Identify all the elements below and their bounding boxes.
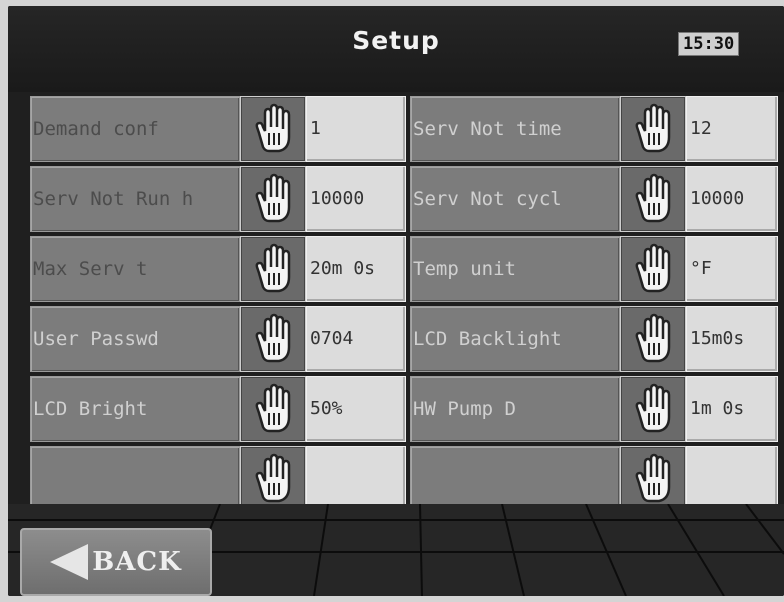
device-bezel: Setup 15:30 Demand conf 1 Serv Not Run h…	[0, 0, 784, 602]
setting-label-serv-not-cycl: Serv Not cycl	[410, 166, 620, 232]
setting-value-serv-not-cycl[interactable]: 10000	[686, 166, 778, 232]
setting-value-temp-unit[interactable]: °F	[686, 236, 778, 302]
title-bar: Setup 15:30	[8, 6, 784, 92]
left-arrow-icon	[50, 544, 89, 580]
hand-icon[interactable]	[240, 446, 306, 512]
back-button-label: BACK	[92, 547, 182, 577]
setting-label-lcd-backlight: LCD Backlight	[410, 306, 620, 372]
setting-label-serv-not-time: Serv Not time	[410, 96, 620, 162]
hand-icon[interactable]	[620, 306, 686, 372]
setting-label-serv-not-run-h: Serv Not Run h	[30, 166, 240, 232]
setting-label-demand-conf: Demand conf	[30, 96, 240, 162]
setting-value-serv-not-time[interactable]: 12	[686, 96, 778, 162]
hand-icon	[635, 103, 671, 153]
setting-value-lcd-bright[interactable]: 50%	[306, 376, 406, 442]
hand-icon	[255, 173, 291, 223]
setting-value-serv-not-run-h[interactable]: 10000	[306, 166, 406, 232]
hand-icon	[635, 313, 671, 363]
hand-icon	[635, 173, 671, 223]
setting-label-user-passwd: User Passwd	[30, 306, 240, 372]
setting-value-max-serv-t[interactable]: 20m 0s	[306, 236, 406, 302]
clock-display: 15:30	[678, 32, 740, 56]
hand-icon[interactable]	[620, 376, 686, 442]
setting-value-hw-pump-d[interactable]: 1m 0s	[686, 376, 778, 442]
hand-icon[interactable]	[240, 376, 306, 442]
setting-label-empty-right	[410, 446, 620, 512]
setting-label-max-serv-t: Max Serv t	[30, 236, 240, 302]
hand-icon[interactable]	[620, 446, 686, 512]
hand-icon[interactable]	[620, 236, 686, 302]
hand-icon	[635, 243, 671, 293]
setting-label-hw-pump-d: HW Pump D	[410, 376, 620, 442]
setting-value-user-passwd[interactable]: 0704	[306, 306, 406, 372]
hand-icon[interactable]	[240, 306, 306, 372]
hand-icon	[255, 453, 291, 503]
back-button[interactable]: BACK	[20, 528, 212, 596]
hand-icon	[255, 313, 291, 363]
hand-icon[interactable]	[240, 166, 306, 232]
setting-value-empty-left[interactable]	[306, 446, 406, 512]
hand-icon	[635, 383, 671, 433]
hand-icon	[255, 243, 291, 293]
setting-label-temp-unit: Temp unit	[410, 236, 620, 302]
hand-icon[interactable]	[620, 96, 686, 162]
setting-label-empty-left	[30, 446, 240, 512]
hand-icon[interactable]	[620, 166, 686, 232]
hand-icon	[255, 383, 291, 433]
setting-value-empty-right[interactable]	[686, 446, 778, 512]
hand-icon	[255, 103, 291, 153]
setting-value-demand-conf[interactable]: 1	[306, 96, 406, 162]
lcd-screen: Setup 15:30 Demand conf 1 Serv Not Run h…	[8, 6, 784, 596]
hand-icon[interactable]	[240, 236, 306, 302]
setting-value-lcd-backlight[interactable]: 15m0s	[686, 306, 778, 372]
setting-label-lcd-bright: LCD Bright	[30, 376, 240, 442]
page-title: Setup	[352, 26, 440, 55]
hand-icon[interactable]	[240, 96, 306, 162]
hand-icon	[635, 453, 671, 503]
